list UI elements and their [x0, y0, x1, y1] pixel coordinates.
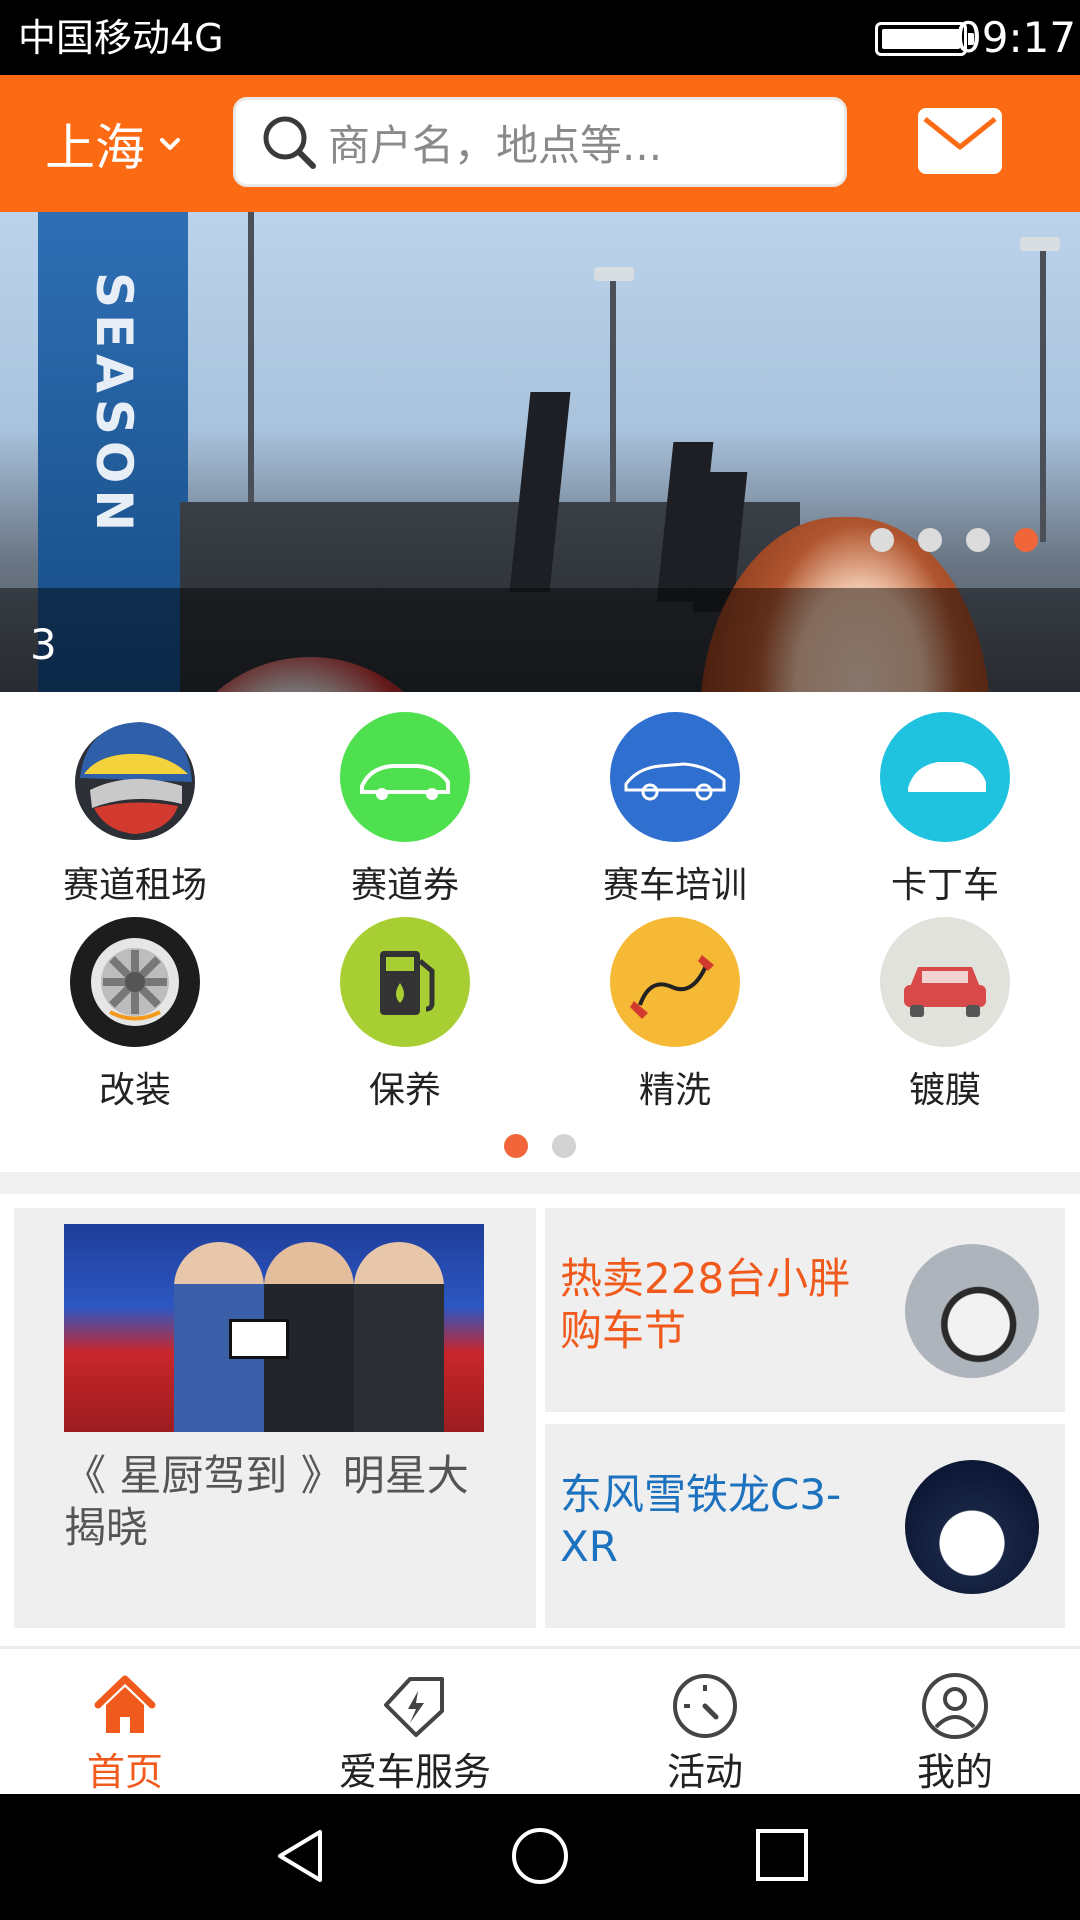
promo-section: 《 星厨驾到 》明星大揭晓 热卖228台小胖购车节 东风雪铁龙C3-XR	[0, 1194, 1080, 1648]
service-coating[interactable]: 镀膜	[810, 917, 1080, 1117]
banner-pole	[1040, 242, 1046, 542]
promo-sale-thumb	[905, 1244, 1039, 1378]
bottom-nav: 首页 爱车服务 活动 我的	[0, 1649, 1080, 1794]
tag-bolt-icon	[384, 1677, 444, 1737]
service-maintenance[interactable]: 保养	[270, 917, 540, 1117]
service-kart[interactable]: 卡丁车	[810, 712, 1080, 912]
promo-card-sale[interactable]: 热卖228台小胖购车节	[545, 1208, 1065, 1412]
status-bar: 中国移动4G 09:17	[0, 0, 1080, 75]
promo-model-thumb	[905, 1460, 1039, 1594]
carrier-label: 中国移动4G	[18, 16, 224, 60]
battery-icon	[875, 22, 974, 56]
banner-dot[interactable]	[966, 528, 990, 552]
kart-car-icon	[880, 712, 1010, 842]
tab-profile[interactable]: 我的	[870, 1649, 1040, 1794]
promo-sale-title: 热卖228台小胖购车节	[560, 1254, 851, 1355]
gauge-icon	[673, 1674, 737, 1738]
promo-card-model[interactable]: 东风雪铁龙C3-XR	[545, 1424, 1065, 1628]
banner-lamp	[1020, 237, 1060, 251]
city-selector[interactable]: 上海	[45, 110, 181, 178]
banner-caption: 3	[30, 620, 57, 669]
service-detailing[interactable]: 精洗	[540, 917, 810, 1117]
user-icon	[922, 1673, 988, 1739]
service-label: 改装	[98, 1070, 171, 1111]
app-header: 上海 商户名，地点等...	[0, 75, 1080, 212]
home-icon	[94, 1675, 156, 1733]
chevron-down-icon	[160, 138, 180, 150]
tab-label: 首页	[86, 1750, 163, 1794]
home-circle-icon[interactable]	[510, 1826, 570, 1886]
search-placeholder: 商户名，地点等...	[328, 120, 663, 170]
car-outline-icon	[610, 712, 740, 842]
city-label: 上海	[45, 119, 145, 177]
jumper-cable-icon	[610, 917, 740, 1047]
service-track-voucher[interactable]: 赛道券	[270, 712, 540, 912]
fuel-pump-icon	[340, 917, 470, 1047]
mail-icon[interactable]	[915, 105, 1005, 177]
promo-photo-clapperboard	[229, 1319, 289, 1359]
service-grid: 赛道租场 赛道券 赛车培训 卡丁车 改装 保养 精洗 镀膜	[0, 692, 1080, 1164]
tab-events[interactable]: 活动	[620, 1649, 790, 1794]
tab-home[interactable]: 首页	[40, 1649, 210, 1794]
recents-icon[interactable]	[755, 1828, 809, 1882]
search-icon	[263, 116, 316, 169]
banner-caption-bar	[0, 588, 1080, 692]
tab-label: 爱车服务	[338, 1750, 491, 1794]
search-input[interactable]: 商户名，地点等...	[233, 97, 847, 187]
service-label: 保养	[368, 1070, 441, 1111]
service-label: 卡丁车	[890, 865, 999, 906]
section-divider	[0, 1172, 1080, 1194]
racing-helmet-icon	[70, 712, 200, 842]
promo-feature-title: 《 星厨驾到 》明星大揭晓	[64, 1451, 469, 1552]
service-label: 镀膜	[908, 1070, 981, 1111]
promo-banner[interactable]: SEASON 3	[0, 212, 1080, 692]
service-label: 赛道租场	[62, 865, 207, 906]
banner-dot[interactable]	[918, 528, 942, 552]
system-nav-bar	[0, 1794, 1080, 1920]
service-modification[interactable]: 改装	[0, 917, 270, 1117]
banner-dot-active[interactable]	[1014, 528, 1038, 552]
service-racing-training[interactable]: 赛车培训	[540, 712, 810, 912]
car-voucher-icon	[340, 712, 470, 842]
grid-page-dot[interactable]	[552, 1134, 576, 1158]
service-track-rental[interactable]: 赛道租场	[0, 712, 270, 912]
tab-label: 活动	[666, 1750, 743, 1794]
red-car-icon	[880, 917, 1010, 1047]
promo-card-feature[interactable]: 《 星厨驾到 》明星大揭晓	[14, 1208, 536, 1628]
clock: 09:17	[955, 13, 1077, 62]
grid-page-dot-active[interactable]	[504, 1134, 528, 1158]
banner-dot[interactable]	[870, 528, 894, 552]
promo-photo	[64, 1224, 484, 1432]
banner-lamp	[594, 267, 634, 281]
promo-model-title: 东风雪铁龙C3-XR	[560, 1470, 842, 1571]
service-label: 赛道券	[350, 865, 459, 906]
banner-flag-art: SEASON	[85, 272, 143, 538]
tab-label: 我的	[916, 1750, 993, 1794]
service-label: 精洗	[638, 1070, 711, 1111]
tab-car-service[interactable]: 爱车服务	[320, 1649, 510, 1794]
back-icon[interactable]	[272, 1826, 328, 1886]
service-label: 赛车培训	[602, 865, 747, 906]
wheel-icon	[70, 917, 200, 1047]
promo-photo-person	[354, 1242, 444, 1432]
